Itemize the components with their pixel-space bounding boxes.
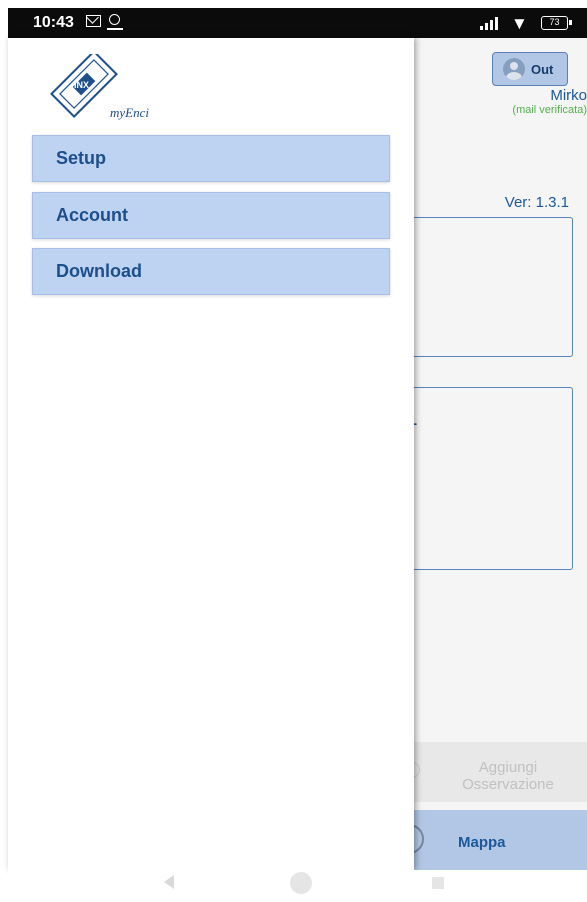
signal-icon	[480, 16, 502, 30]
back-icon[interactable]	[164, 875, 174, 889]
wifi-icon: ▼	[511, 14, 528, 33]
logo-center-text: INX	[74, 80, 89, 90]
status-time: 10:43	[33, 14, 74, 31]
mail-icon	[86, 15, 101, 27]
battery-icon: 73	[541, 16, 572, 30]
logo-wordmark: myEnci	[110, 105, 149, 120]
drawer-item-download[interactable]: Download	[32, 248, 390, 295]
battery-level: 73	[549, 17, 560, 27]
drawer-item-label: Account	[56, 205, 128, 225]
status-bar: 10:43 ▼ 73	[8, 8, 587, 38]
location-icon	[107, 14, 123, 30]
enci-logo: INX myEnci	[50, 54, 149, 120]
navigation-drawer: INX myEnci Setup Account Download	[8, 38, 414, 870]
recent-apps-icon[interactable]	[432, 877, 444, 889]
home-icon[interactable]	[290, 872, 312, 894]
drawer-item-label: Setup	[56, 148, 107, 168]
system-nav-bar	[8, 870, 587, 902]
drawer-item-setup[interactable]: Setup	[32, 135, 390, 182]
drawer-item-account[interactable]: Account	[32, 192, 390, 239]
drawer-item-label: Download	[56, 261, 142, 281]
